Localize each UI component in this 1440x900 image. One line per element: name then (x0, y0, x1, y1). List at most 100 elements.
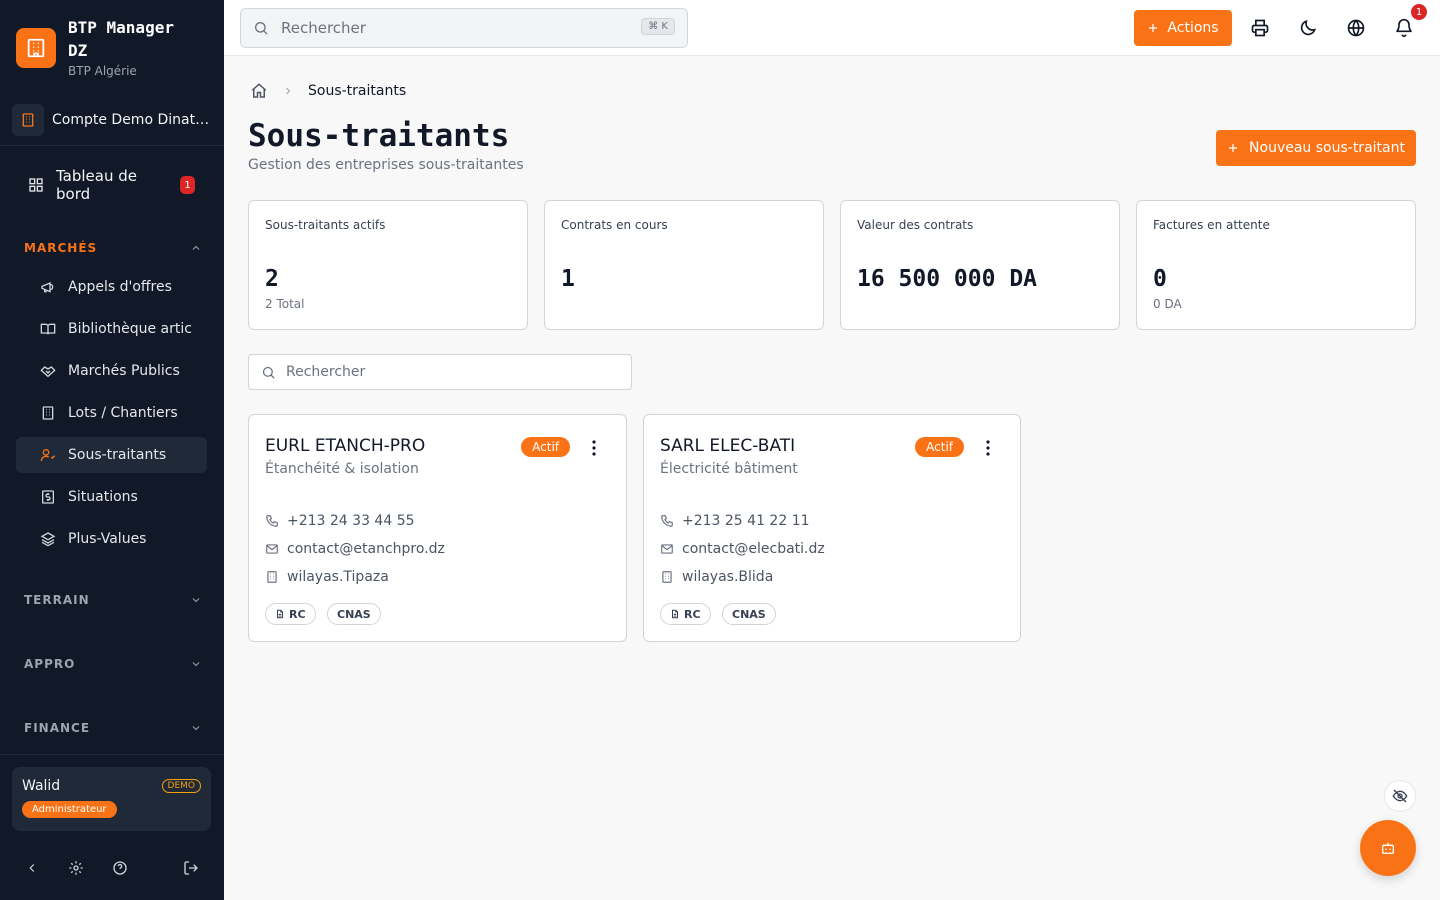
sidebar: BTP Manager DZ BTP Algérie Compte Demo D… (0, 0, 224, 900)
status-badge: Actif (521, 437, 570, 457)
sidebar-item-bibliotheque[interactable]: Bibliothèque artic (16, 311, 207, 347)
account-name: Compte Demo Dinatec Informatique (52, 112, 212, 128)
sidebar-footer (0, 848, 224, 888)
role-badge: Administrateur (22, 801, 117, 818)
doc-label: RC (289, 607, 306, 621)
help-icon[interactable] (110, 858, 130, 878)
globe-icon[interactable] (1346, 18, 1366, 38)
grid-icon (28, 177, 44, 193)
account-switcher[interactable]: Compte Demo Dinatec Informatique (12, 104, 212, 136)
breadcrumb-current: Sous-traitants (308, 83, 407, 99)
stat-sub: 0 DA (1153, 297, 1182, 311)
sidebar-item-situations[interactable]: Situations (16, 479, 207, 515)
chevron-right-icon (282, 85, 294, 97)
nav-dashboard[interactable]: Tableau de bord 1 (16, 166, 207, 204)
moon-icon[interactable] (1298, 18, 1318, 38)
global-search-input[interactable]: Rechercher ⌘ K (240, 8, 688, 48)
file-icon (670, 609, 680, 619)
doc-chip-cnas: CNAS (722, 603, 776, 625)
phone-icon (265, 514, 279, 528)
sidebar-item-lots-chantiers[interactable]: Lots / Chantiers (16, 395, 207, 431)
bell-icon[interactable] (1394, 18, 1414, 38)
more-vertical-icon[interactable] (586, 439, 602, 457)
app-subtitle: BTP Algérie (68, 64, 137, 78)
email-value: contact@etanchpro.dz (287, 541, 445, 557)
app-name: BTP Manager DZ (68, 18, 174, 60)
stat-label: Factures en attente (1153, 218, 1270, 232)
user-name: Walid (22, 778, 61, 794)
megaphone-icon (40, 279, 56, 295)
logout-icon[interactable] (181, 858, 201, 878)
section-label: APPRO (24, 657, 76, 671)
phone-row: +213 24 33 44 55 (265, 513, 415, 529)
demo-badge: DEMO (161, 779, 201, 793)
search-placeholder: Rechercher (286, 364, 366, 380)
sidebar-item-sous-traitants[interactable]: Sous-traitants (16, 437, 207, 473)
section-marches[interactable]: MARCHÉS (24, 241, 202, 255)
section-terrain[interactable]: TERRAIN (24, 593, 202, 607)
status-badge: Actif (915, 437, 964, 457)
stat-label: Valeur des contrats (857, 218, 974, 232)
plus-icon (1227, 142, 1239, 154)
section-finance[interactable]: FINANCE (24, 721, 202, 735)
doc-chip-rc: RC (265, 603, 316, 625)
layers-icon (40, 531, 56, 547)
section-label: MARCHÉS (24, 241, 98, 255)
building-icon (40, 405, 56, 421)
stat-label: Contrats en cours (561, 218, 668, 232)
assistant-bot-button[interactable] (1360, 820, 1416, 876)
more-vertical-icon[interactable] (980, 439, 996, 457)
stat-value: 2 (265, 266, 279, 292)
stat-label: Sous-traitants actifs (265, 218, 386, 232)
mail-icon (660, 542, 674, 556)
phone-value: +213 24 33 44 55 (287, 513, 415, 529)
sidebar-item-label: Sous-traitants (68, 447, 167, 463)
chevron-down-icon (190, 658, 202, 670)
doc-chip-cnas: CNAS (327, 603, 381, 625)
email-value: contact@elecbati.dz (682, 541, 825, 557)
mail-icon (265, 542, 279, 556)
building-icon (12, 104, 44, 136)
actions-button[interactable]: Actions (1134, 10, 1232, 46)
notification-badge: 1 (1411, 4, 1427, 20)
nav-dashboard-label: Tableau de bord (56, 167, 138, 203)
new-subcontractor-button[interactable]: Nouveau sous-traitant (1216, 130, 1416, 166)
chevron-down-icon (190, 722, 202, 734)
collapse-sidebar-icon[interactable] (22, 858, 42, 878)
user-card[interactable]: Walid DEMO Administrateur (12, 767, 211, 831)
sidebar-item-label: Bibliothèque artic (68, 321, 192, 337)
sidebar-item-label: Appels d'offres (68, 279, 172, 295)
home-icon[interactable] (250, 82, 268, 100)
sidebar-item-label: Lots / Chantiers (68, 405, 178, 421)
subcontractor-card[interactable]: EURL ETANCH-PRO Étanchéité & isolation A… (248, 414, 627, 642)
sidebar-item-label: Marchés Publics (68, 363, 180, 379)
gear-icon[interactable] (66, 858, 86, 878)
building-icon (265, 570, 279, 584)
sidebar-item-marches-publics[interactable]: Marchés Publics (16, 353, 207, 389)
subcontractor-search-input[interactable]: Rechercher (248, 354, 632, 390)
wilaya-row: wilayas.Blida (660, 569, 773, 585)
chevron-down-icon (190, 594, 202, 606)
doc-label: CNAS (732, 607, 766, 621)
section-label: FINANCE (24, 721, 91, 735)
subcontractor-card[interactable]: SARL ELEC-BATI Électricité bâtiment Acti… (643, 414, 1021, 642)
brand[interactable]: BTP Manager DZ BTP Algérie (16, 16, 198, 78)
subcontractor-specialty: Électricité bâtiment (660, 461, 798, 477)
wilaya-value: wilayas.Tipaza (287, 569, 389, 585)
subcontractor-name: EURL ETANCH-PRO (265, 436, 426, 456)
bot-icon (1380, 840, 1396, 856)
section-appro[interactable]: APPRO (24, 657, 202, 671)
printer-icon[interactable] (1250, 18, 1270, 38)
breadcrumb: Sous-traitants (250, 82, 406, 100)
book-icon (40, 321, 56, 337)
phone-value: +213 25 41 22 11 (682, 513, 810, 529)
building-icon (660, 570, 674, 584)
divider (0, 145, 224, 146)
stat-card-invoices: Factures en attente 0 0 DA (1136, 200, 1416, 330)
sidebar-item-plus-values[interactable]: Plus-Values (16, 521, 207, 557)
eye-off-icon[interactable] (1384, 780, 1416, 812)
sidebar-item-label: Situations (68, 489, 138, 505)
section-label: TERRAIN (24, 593, 90, 607)
divider (0, 754, 224, 755)
sidebar-item-appels-offres[interactable]: Appels d'offres (16, 269, 207, 305)
